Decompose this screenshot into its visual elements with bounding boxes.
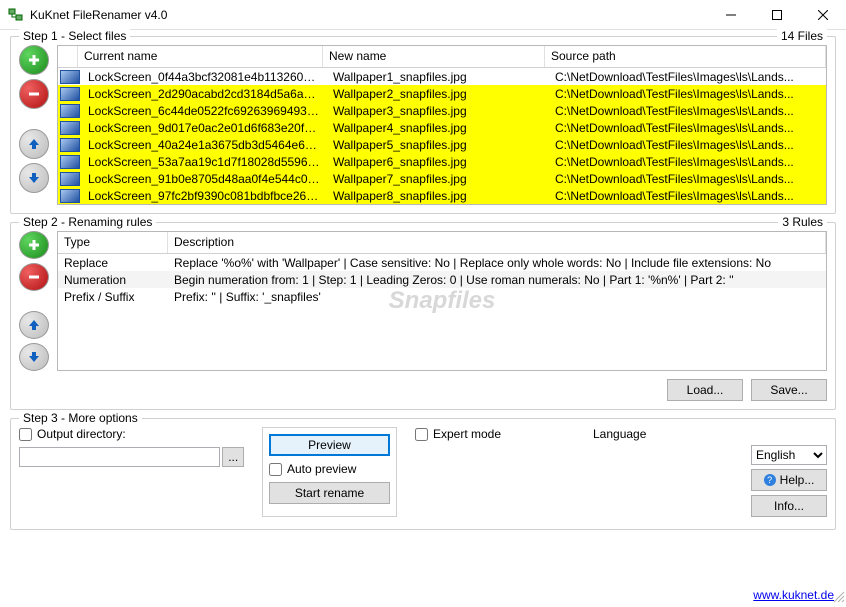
rules-listview[interactable]: Type Description ReplaceReplace '%o%' wi… [57, 231, 827, 371]
cell-current-name: LockScreen_40a24e1a3675db3d5464e628... [82, 137, 327, 153]
table-row[interactable]: LockScreen_9d017e0ac2e01d6f683e20fbe...W… [58, 119, 826, 136]
table-row[interactable]: LockScreen_40a24e1a3675db3d5464e628...Wa… [58, 136, 826, 153]
remove-files-button[interactable] [19, 79, 49, 109]
step1-panel: Step 1 - Select files 14 Files Current n… [10, 36, 836, 214]
file-icon [60, 189, 80, 203]
maximize-button[interactable] [754, 0, 800, 30]
output-dir-input[interactable] [19, 447, 220, 467]
cell-new-name: Wallpaper4_snapfiles.jpg [327, 120, 549, 136]
file-icon [60, 138, 80, 152]
file-icon [60, 70, 80, 84]
cell-rule-type: Replace [58, 255, 168, 271]
step2-panel: Step 2 - Renaming rules 3 Rules Type Des… [10, 222, 836, 410]
file-icon [60, 155, 80, 169]
col-rule-desc[interactable]: Description [168, 232, 826, 253]
table-row[interactable]: LockScreen_0f44a3bcf32081e4b11326045...W… [58, 68, 826, 85]
app-icon [8, 7, 24, 23]
cell-rule-desc: Prefix: '' | Suffix: '_snapfiles' [168, 289, 826, 305]
help-button[interactable]: ? Help... [751, 469, 827, 491]
col-current-name[interactable]: Current name [78, 46, 323, 67]
cell-source-path: C:\NetDownload\TestFiles\Images\ls\Lands… [549, 188, 826, 204]
file-icon [60, 121, 80, 135]
cell-source-path: C:\NetDownload\TestFiles\Images\ls\Lands… [549, 120, 826, 136]
cell-new-name: Wallpaper3_snapfiles.jpg [327, 103, 549, 119]
add-rule-button[interactable] [19, 231, 49, 259]
cell-current-name: LockScreen_91b0e8705d48aa0f4e544c08... [82, 171, 327, 187]
browse-output-dir-button[interactable]: ... [222, 447, 244, 467]
table-row[interactable]: LockScreen_53a7aa19c1d7f18028d5596c...Wa… [58, 153, 826, 170]
step3-panel: Step 3 - More options Output directory: … [10, 418, 836, 530]
cell-new-name: Wallpaper6_snapfiles.jpg [327, 154, 549, 170]
cell-rule-desc: Replace '%o%' with 'Wallpaper' | Case se… [168, 255, 826, 271]
table-row[interactable]: LockScreen_91b0e8705d48aa0f4e544c08...Wa… [58, 170, 826, 187]
cell-current-name: LockScreen_2d290acabd2cd3184d5a6a31... [82, 86, 327, 102]
cell-current-name: LockScreen_9d017e0ac2e01d6f683e20fbe... [82, 120, 327, 136]
resize-grip[interactable] [830, 588, 846, 604]
language-label: Language [593, 427, 646, 441]
cell-source-path: C:\NetDownload\TestFiles\Images\ls\Lands… [549, 69, 826, 85]
file-icon [60, 104, 80, 118]
expert-mode-checkbox[interactable] [415, 428, 428, 441]
add-files-button[interactable] [19, 45, 49, 75]
file-icon [60, 87, 80, 101]
files-move-up-button[interactable] [19, 129, 49, 159]
auto-preview-checkbox[interactable] [269, 463, 282, 476]
cell-source-path: C:\NetDownload\TestFiles\Images\ls\Lands… [549, 137, 826, 153]
cell-current-name: LockScreen_6c44de0522fc692639694938... [82, 103, 327, 119]
cell-source-path: C:\NetDownload\TestFiles\Images\ls\Lands… [549, 86, 826, 102]
step1-label: Step 1 - Select files [19, 29, 130, 43]
save-rules-button[interactable]: Save... [751, 379, 827, 401]
step3-label: Step 3 - More options [19, 411, 142, 425]
cell-source-path: C:\NetDownload\TestFiles\Images\ls\Lands… [549, 171, 826, 187]
cell-current-name: LockScreen_53a7aa19c1d7f18028d5596c... [82, 154, 327, 170]
cell-source-path: C:\NetDownload\TestFiles\Images\ls\Lands… [549, 154, 826, 170]
rules-move-up-button[interactable] [19, 311, 49, 339]
table-row[interactable]: ReplaceReplace '%o%' with 'Wallpaper' | … [58, 254, 826, 271]
expert-mode-label[interactable]: Expert mode [415, 427, 575, 441]
table-row[interactable]: Prefix / SuffixPrefix: '' | Suffix: '_sn… [58, 288, 826, 305]
files-move-down-button[interactable] [19, 163, 49, 193]
table-row[interactable]: LockScreen_97fc2bf9390c081bdbfbce267...W… [58, 187, 826, 204]
footer-link[interactable]: www.kuknet.de [753, 588, 834, 602]
auto-preview-label[interactable]: Auto preview [269, 462, 390, 476]
table-row[interactable]: NumerationBegin numeration from: 1 | Ste… [58, 271, 826, 288]
cell-rule-type: Prefix / Suffix [58, 289, 168, 305]
output-dir-checkbox[interactable] [19, 428, 32, 441]
info-button[interactable]: Info... [751, 495, 827, 517]
titlebar: KuKnet FileRenamer v4.0 [0, 0, 846, 30]
window-title: KuKnet FileRenamer v4.0 [30, 8, 708, 22]
cell-new-name: Wallpaper7_snapfiles.jpg [327, 171, 549, 187]
step1-file-count: 14 Files [777, 29, 827, 43]
remove-rule-button[interactable] [19, 263, 49, 291]
file-icon [60, 172, 80, 186]
help-icon: ? [764, 474, 776, 486]
cell-rule-type: Numeration [58, 272, 168, 288]
load-rules-button[interactable]: Load... [667, 379, 743, 401]
output-dir-checkbox-label[interactable]: Output directory: [19, 427, 244, 441]
files-listview[interactable]: Current name New name Source path LockSc… [57, 45, 827, 205]
minimize-button[interactable] [708, 0, 754, 30]
language-select[interactable]: English [751, 445, 827, 465]
preview-button[interactable]: Preview [269, 434, 390, 456]
table-row[interactable]: LockScreen_2d290acabd2cd3184d5a6a31...Wa… [58, 85, 826, 102]
cell-current-name: LockScreen_97fc2bf9390c081bdbfbce267... [82, 188, 327, 204]
files-header: Current name New name Source path [58, 46, 826, 68]
start-rename-button[interactable]: Start rename [269, 482, 390, 504]
col-new-name[interactable]: New name [323, 46, 545, 67]
cell-current-name: LockScreen_0f44a3bcf32081e4b11326045... [82, 69, 327, 85]
cell-source-path: C:\NetDownload\TestFiles\Images\ls\Lands… [549, 103, 826, 119]
cell-new-name: Wallpaper8_snapfiles.jpg [327, 188, 549, 204]
cell-new-name: Wallpaper1_snapfiles.jpg [327, 69, 549, 85]
cell-new-name: Wallpaper5_snapfiles.jpg [327, 137, 549, 153]
step2-label: Step 2 - Renaming rules [19, 215, 156, 229]
col-source-path[interactable]: Source path [545, 46, 826, 67]
step2-rule-count: 3 Rules [778, 215, 827, 229]
rules-header: Type Description [58, 232, 826, 254]
table-row[interactable]: LockScreen_6c44de0522fc692639694938...Wa… [58, 102, 826, 119]
rules-move-down-button[interactable] [19, 343, 49, 371]
close-button[interactable] [800, 0, 846, 30]
cell-new-name: Wallpaper2_snapfiles.jpg [327, 86, 549, 102]
cell-rule-desc: Begin numeration from: 1 | Step: 1 | Lea… [168, 272, 826, 288]
col-rule-type[interactable]: Type [58, 232, 168, 253]
